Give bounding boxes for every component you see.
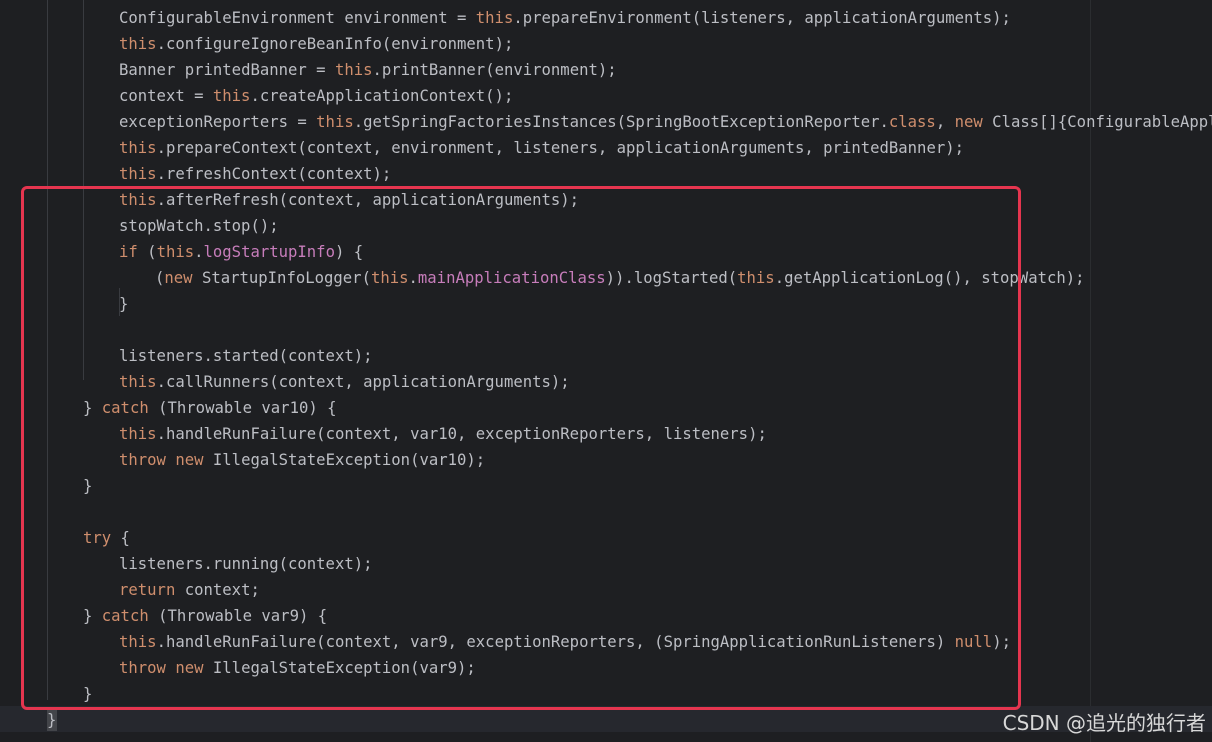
code-line[interactable]: ConfigurableEnvironment environment = th… [119,5,1011,31]
code-line[interactable]: this.prepareContext(context, environment… [119,135,964,161]
code-line[interactable]: Banner printedBanner = this.printBanner(… [119,57,617,83]
code-line[interactable]: } [47,707,56,733]
code-editor[interactable]: ConfigurableEnvironment environment = th… [0,0,1212,742]
code-line[interactable]: exceptionReporters = this.getSpringFacto… [119,109,1212,135]
code-line[interactable]: this.refreshContext(context); [119,161,391,187]
watermark: CSDN @追光的独行者 [1002,711,1206,735]
annotation-box [21,186,1021,710]
code-line[interactable]: this.configureIgnoreBeanInfo(environment… [119,31,513,57]
code-line[interactable]: context = this.createApplicationContext(… [119,83,513,109]
